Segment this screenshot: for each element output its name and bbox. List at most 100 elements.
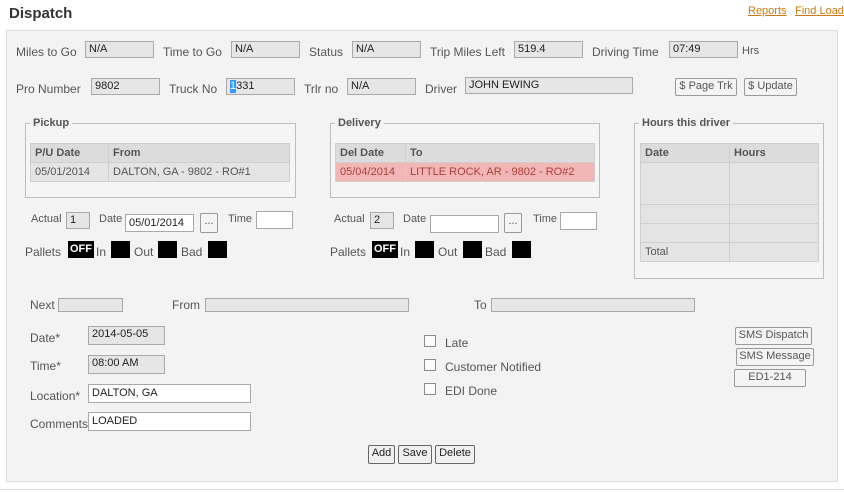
driving-time-field: 07:49 bbox=[669, 41, 738, 58]
from-field bbox=[205, 298, 409, 312]
time-field[interactable]: 08:00 AM bbox=[88, 355, 165, 374]
pickup-time-input[interactable] bbox=[256, 211, 293, 229]
pickup-in-label: In bbox=[96, 245, 107, 259]
hours-col-date: Date bbox=[640, 143, 730, 163]
location-label: Location* bbox=[30, 389, 81, 403]
customer-notified-checkbox[interactable] bbox=[424, 359, 436, 371]
pickup-row-date: 05/01/2014 bbox=[30, 162, 109, 182]
pickup-pallets-off-toggle[interactable]: OFF bbox=[68, 241, 94, 258]
hours-total-label: Total bbox=[640, 242, 730, 262]
table-row bbox=[640, 162, 819, 205]
time-to-go-field: N/A bbox=[231, 41, 300, 58]
pickup-actual-field: 1 bbox=[66, 212, 90, 229]
delivery-time-label: Time bbox=[533, 213, 558, 225]
delivery-table: Del Date To 05/04/2014 LITTLE ROCK, AR -… bbox=[335, 143, 595, 182]
delivery-date-input[interactable] bbox=[430, 215, 499, 233]
pickup-row-from: DALTON, GA - 9802 - RO#1 bbox=[108, 162, 290, 182]
date-label: Date* bbox=[30, 331, 61, 345]
delivery-in-label: In bbox=[400, 245, 411, 259]
miles-to-go-label: Miles to Go bbox=[16, 45, 77, 59]
delivery-date-label: Date bbox=[403, 213, 427, 225]
pickup-date-input[interactable]: 05/01/2014 bbox=[125, 214, 194, 232]
delivery-row-date: 05/04/2014 bbox=[335, 162, 406, 182]
pickup-actual-label: Actual bbox=[31, 213, 62, 225]
delivery-time-input[interactable] bbox=[560, 212, 597, 230]
time-label: Time* bbox=[30, 359, 61, 373]
pro-number-field: 9802 bbox=[91, 78, 160, 95]
delivery-date-picker-button[interactable]: ... bbox=[504, 213, 522, 233]
pickup-date-label: Date bbox=[99, 213, 123, 225]
table-row bbox=[640, 223, 819, 243]
pickup-col-from: From bbox=[108, 143, 290, 163]
hours-table: Date Hours Total bbox=[640, 143, 819, 262]
table-row bbox=[640, 204, 819, 224]
driving-time-label: Driving Time bbox=[592, 45, 659, 59]
driver-label: Driver bbox=[425, 82, 457, 96]
late-label: Late bbox=[445, 336, 469, 350]
to-field bbox=[491, 298, 695, 312]
trip-miles-left-label: Trip Miles Left bbox=[430, 45, 505, 59]
pickup-legend: Pickup bbox=[30, 117, 73, 129]
driving-time-unit: Hrs bbox=[742, 45, 760, 57]
truck-no-value: 331 bbox=[236, 80, 255, 92]
pickup-date-picker-button[interactable]: ... bbox=[200, 213, 218, 233]
edi-done-label: EDI Done bbox=[445, 384, 498, 398]
delivery-actual-label: Actual bbox=[334, 213, 365, 225]
hours-legend: Hours this driver bbox=[639, 117, 734, 129]
delivery-bad-field[interactable] bbox=[512, 241, 531, 258]
pickup-bad-label: Bad bbox=[181, 245, 203, 259]
pickup-in-field[interactable] bbox=[111, 241, 130, 258]
next-label: Next bbox=[30, 298, 55, 312]
pickup-out-label: Out bbox=[134, 245, 154, 259]
status-label: Status bbox=[309, 45, 344, 59]
time-to-go-label: Time to Go bbox=[163, 45, 222, 59]
pickup-col-date: P/U Date bbox=[30, 143, 109, 163]
edi-done-checkbox[interactable] bbox=[424, 383, 436, 395]
pickup-out-field[interactable] bbox=[158, 241, 177, 258]
pickup-time-label: Time bbox=[228, 213, 253, 225]
update-button[interactable]: $ Update bbox=[744, 78, 797, 96]
page-truck-button[interactable]: $ Page Trk bbox=[675, 78, 737, 96]
delivery-col-date: Del Date bbox=[335, 143, 406, 163]
save-button[interactable]: Save bbox=[398, 445, 432, 464]
next-field bbox=[58, 298, 123, 312]
delivery-pallets-off-toggle[interactable]: OFF bbox=[372, 241, 398, 258]
delivery-bad-label: Bad bbox=[485, 245, 507, 259]
sms-message-button[interactable]: SMS Message bbox=[736, 348, 814, 366]
find-load-link[interactable]: Find Load bbox=[795, 5, 844, 17]
truck-no-field[interactable]: 1331 bbox=[226, 78, 295, 95]
driver-field: JOHN EWING bbox=[465, 77, 633, 94]
delete-button[interactable]: Delete bbox=[435, 445, 475, 464]
trip-miles-left-field: 519.4 bbox=[514, 41, 583, 58]
delivery-pallets-label: Pallets bbox=[330, 245, 367, 259]
comments-input[interactable]: LOADED bbox=[88, 412, 251, 431]
edi-214-button[interactable]: ED1-214 bbox=[734, 369, 806, 387]
trlr-no-label: Trlr no bbox=[304, 82, 339, 96]
hours-col-hours: Hours bbox=[729, 143, 819, 163]
customer-notified-label: Customer Notified bbox=[445, 360, 542, 374]
to-label: To bbox=[474, 298, 487, 312]
from-label: From bbox=[172, 298, 200, 312]
page-title: Dispatch bbox=[9, 5, 73, 22]
table-row[interactable]: 05/01/2014 DALTON, GA - 9802 - RO#1 bbox=[30, 162, 290, 182]
pickup-pallets-label: Pallets bbox=[25, 245, 62, 259]
hours-total-row: Total bbox=[640, 242, 819, 262]
late-checkbox[interactable] bbox=[424, 335, 436, 347]
delivery-col-to: To bbox=[405, 143, 595, 163]
delivery-in-field[interactable] bbox=[415, 241, 434, 258]
pickup-bad-field[interactable] bbox=[208, 241, 227, 258]
add-button[interactable]: Add bbox=[368, 445, 395, 464]
delivery-legend: Delivery bbox=[335, 117, 384, 129]
sms-dispatch-button[interactable]: SMS Dispatch bbox=[735, 327, 812, 345]
status-field: N/A bbox=[352, 41, 421, 58]
table-row[interactable]: 05/04/2014 LITTLE ROCK, AR - 9802 - RO#2 bbox=[335, 162, 595, 182]
date-field[interactable]: 2014-05-05 bbox=[88, 326, 165, 345]
delivery-out-label: Out bbox=[438, 245, 458, 259]
location-input[interactable]: DALTON, GA bbox=[88, 384, 251, 403]
reports-link[interactable]: Reports bbox=[748, 5, 787, 17]
pro-number-label: Pro Number bbox=[16, 82, 81, 96]
pickup-table: P/U Date From 05/01/2014 DALTON, GA - 98… bbox=[30, 143, 290, 182]
truck-no-label: Truck No bbox=[169, 82, 218, 96]
miles-to-go-field: N/A bbox=[85, 41, 154, 58]
delivery-out-field[interactable] bbox=[463, 241, 482, 258]
